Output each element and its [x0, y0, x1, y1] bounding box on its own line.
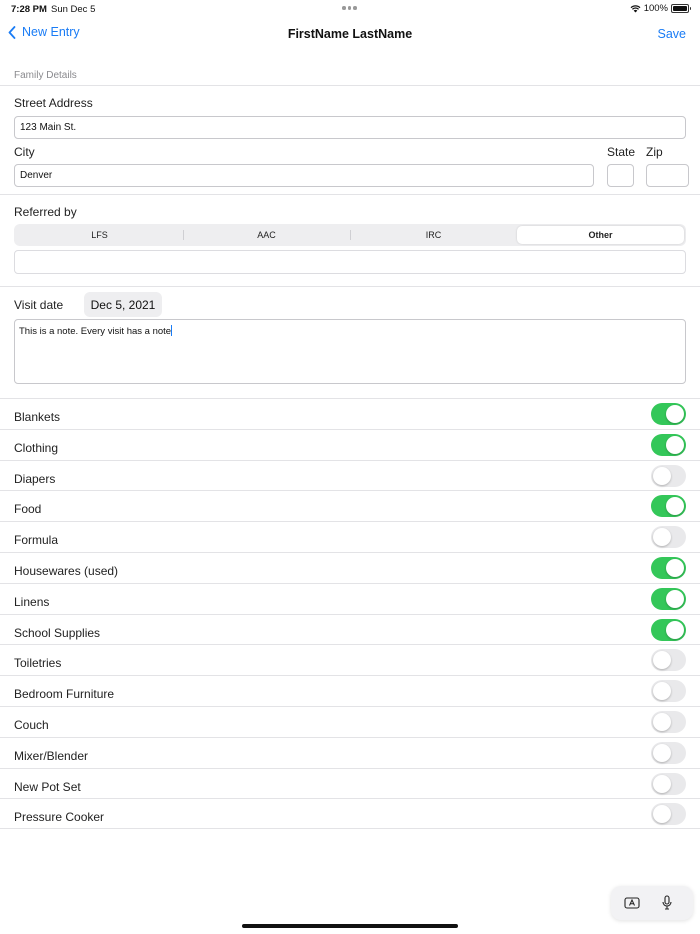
toggle-knob: [666, 620, 684, 639]
list-item: Linens: [0, 582, 700, 614]
item-label: Mixer/Blender: [14, 748, 89, 763]
item-label: Housewares (used): [14, 564, 119, 578]
zip-field[interactable]: [646, 164, 689, 187]
status-time: 7:28 PM: [11, 4, 47, 15]
battery-percent: 100%: [643, 3, 668, 14]
divider: [0, 828, 700, 829]
segment-aac[interactable]: AAC: [183, 226, 350, 244]
toggle-knob: [666, 497, 684, 516]
referred-by-segmented-control: LFS AAC IRC Other: [14, 224, 686, 246]
state-field[interactable]: [607, 164, 634, 187]
page-title: FirstName LastName: [287, 27, 413, 41]
list-item: Blankets: [0, 398, 700, 429]
list-item: Formula: [0, 521, 700, 552]
list-item: Food: [0, 490, 700, 521]
street-address-field[interactable]: 123 Main St.: [14, 116, 686, 139]
referred-other-field[interactable]: [14, 250, 686, 274]
save-button[interactable]: Save: [658, 27, 687, 41]
toggle-knob: [653, 743, 671, 762]
list-item: New Pot Set: [0, 767, 700, 799]
list-item: Toiletries: [0, 644, 700, 675]
multitasking-dots-icon[interactable]: [342, 6, 357, 10]
note-textarea[interactable]: This is a note. Every visit has a note: [14, 319, 686, 384]
toggle-knob: [653, 774, 671, 793]
list-item: Mixer/Blender: [0, 736, 700, 768]
note-text: This is a note. Every visit has a note: [19, 326, 172, 337]
city-field[interactable]: Denver: [14, 164, 594, 187]
list-item: Bedroom Furniture: [0, 675, 700, 706]
microphone-icon[interactable]: [658, 894, 676, 912]
item-toggle-switch[interactable]: [651, 618, 686, 641]
city-label: City: [14, 145, 35, 159]
divider: [0, 194, 700, 195]
section-header-family-details: Family Details: [14, 70, 77, 81]
list-item: Housewares (used): [0, 552, 700, 583]
item-toggle-switch[interactable]: [651, 403, 686, 425]
wifi-icon: [630, 5, 641, 13]
item-toggle-switch[interactable]: [651, 433, 686, 456]
item-toggle-switch[interactable]: [651, 495, 686, 518]
status-right: 100%: [630, 3, 691, 14]
list-item: Couch: [0, 706, 700, 737]
item-toggle-switch[interactable]: [651, 741, 686, 764]
toggle-knob: [653, 651, 671, 670]
toggle-knob: [653, 466, 671, 485]
toggle-knob: [653, 528, 671, 547]
item-label: New Pot Set: [14, 779, 81, 794]
list-item: Diapers: [0, 459, 700, 491]
toggle-knob: [653, 805, 671, 824]
item-label: School Supplies: [14, 625, 101, 640]
battery-icon: [671, 4, 691, 13]
home-indicator: [242, 924, 458, 928]
item-label: Blankets: [14, 410, 61, 424]
item-toggle-switch[interactable]: [651, 772, 686, 795]
status-bar: 7:28 PM Sun Dec 5 100%: [0, 0, 700, 18]
item-label: Linens: [14, 594, 50, 609]
toggle-knob: [653, 713, 671, 731]
item-label: Toiletries: [14, 656, 62, 671]
referred-by-label: Referred by: [14, 205, 77, 219]
item-label: Food: [14, 502, 42, 517]
item-toggle-switch[interactable]: [651, 680, 686, 703]
status-date: Sun Dec 5: [51, 4, 96, 15]
list-item: Clothing: [0, 428, 700, 460]
visit-date-label: Visit date: [14, 298, 64, 312]
item-toggle-switch[interactable]: [651, 526, 686, 549]
item-label: Pressure Cooker: [14, 810, 105, 825]
divider: [0, 85, 700, 86]
toggle-knob: [666, 405, 684, 423]
item-toggle-switch[interactable]: [651, 464, 686, 487]
segment-lfs[interactable]: LFS: [16, 226, 183, 244]
toggle-knob: [666, 559, 684, 577]
item-toggle-switch[interactable]: [651, 711, 686, 733]
item-toggle-switch[interactable]: [651, 803, 686, 826]
toggle-knob: [666, 435, 684, 454]
toggle-knob: [653, 682, 671, 701]
street-address-label: Street Address: [14, 96, 93, 110]
item-toggle-switch[interactable]: [651, 557, 686, 579]
segment-other[interactable]: Other: [517, 226, 684, 244]
segment-irc[interactable]: IRC: [350, 226, 517, 244]
item-label: Diapers: [14, 471, 56, 486]
divider: [0, 286, 700, 287]
item-toggle-switch[interactable]: [651, 649, 686, 672]
zip-label: Zip: [646, 145, 663, 159]
keyboard-shortcut-bar: [611, 886, 693, 920]
item-label: Formula: [14, 533, 59, 548]
toggle-knob: [666, 589, 684, 608]
keyboard-icon[interactable]: [623, 894, 641, 912]
item-label: Bedroom Furniture: [14, 687, 115, 702]
text-cursor: [171, 325, 173, 336]
item-label: Couch: [14, 718, 49, 732]
item-toggle-switch[interactable]: [651, 587, 686, 610]
item-label: Clothing: [14, 440, 59, 455]
state-label: State: [607, 145, 636, 159]
navigation-bar: New Entry FirstName LastName Save: [0, 22, 700, 48]
list-item: School Supplies: [0, 613, 700, 645]
list-item: Pressure Cooker: [0, 798, 700, 829]
visit-date-picker[interactable]: Dec 5, 2021: [84, 292, 162, 317]
